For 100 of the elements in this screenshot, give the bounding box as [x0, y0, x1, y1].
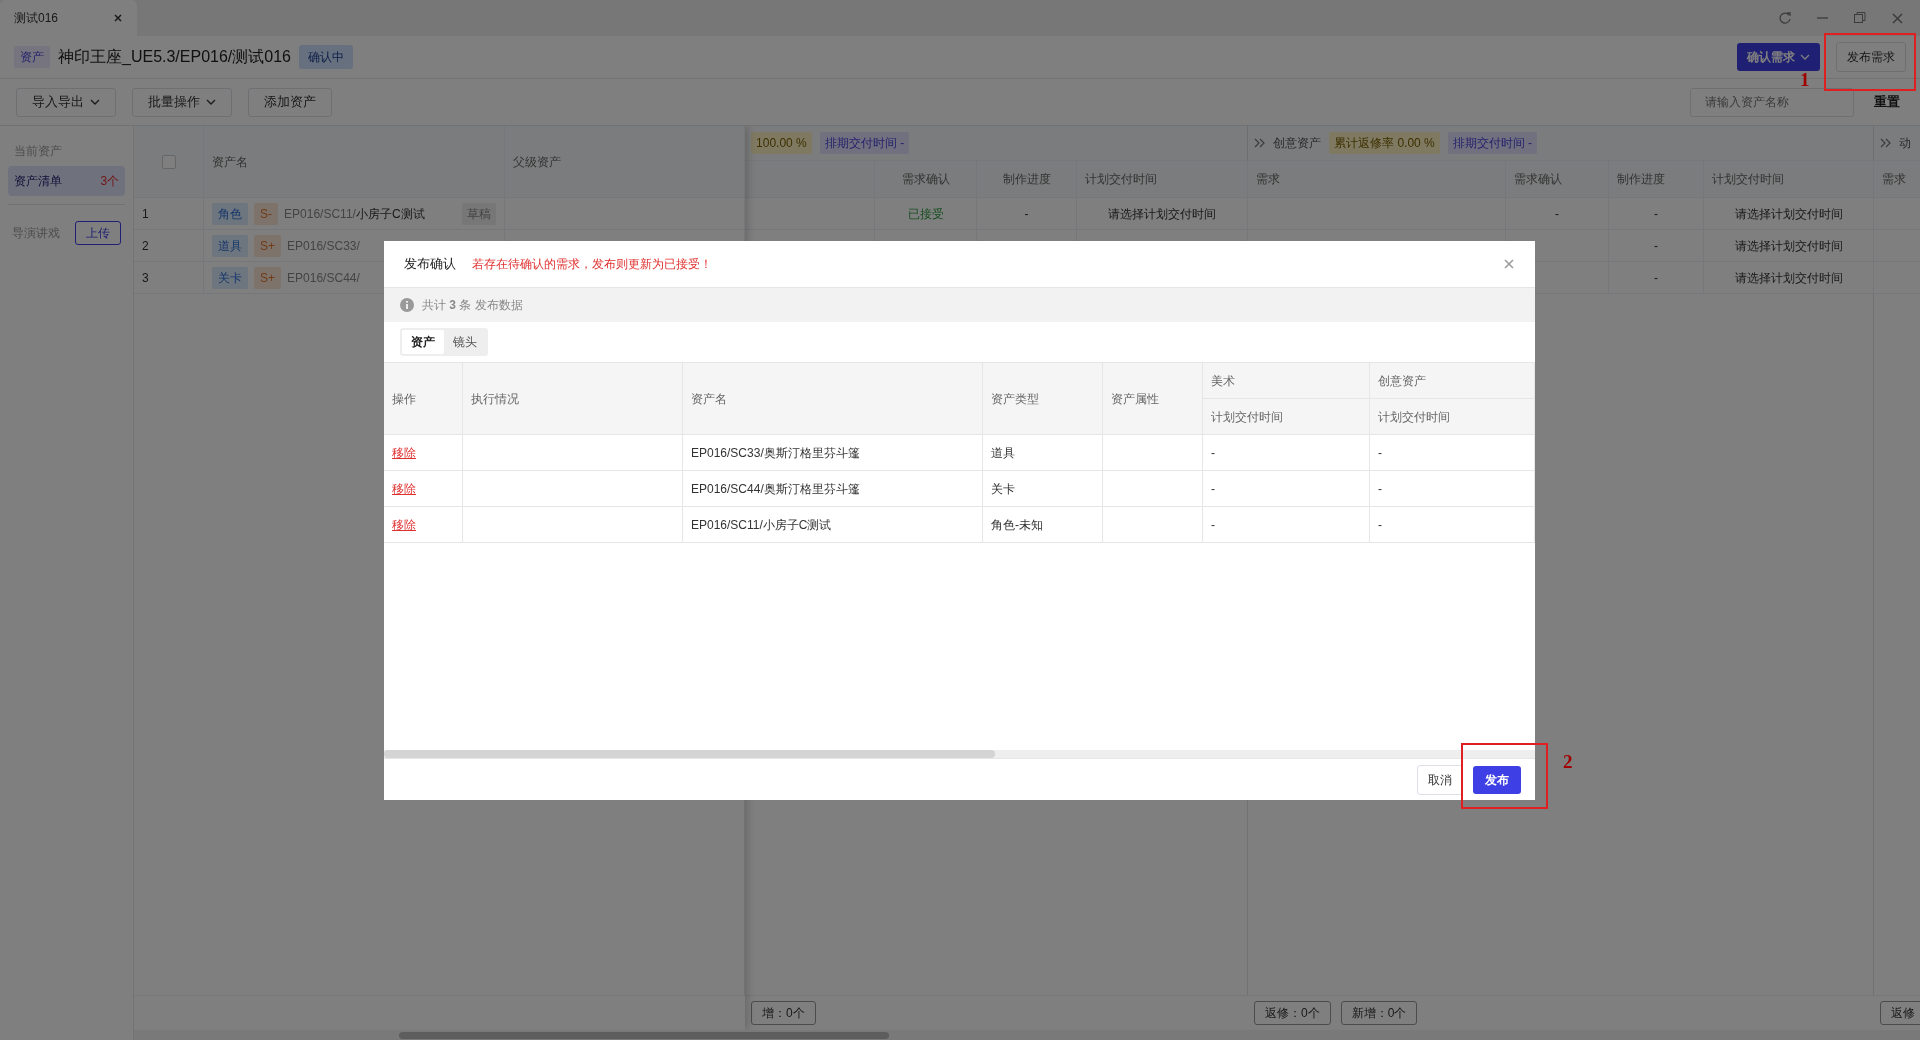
column-header: 资产类型	[983, 363, 1103, 435]
tab[interactable]: 镜头	[444, 330, 486, 354]
column-header: 需求	[1248, 161, 1507, 198]
table-cell: 请选择计划交付时间	[1704, 230, 1875, 262]
asset-path: EP016/SC33/	[287, 237, 360, 255]
row-number: 3	[134, 262, 205, 294]
column-header: 需求	[1874, 161, 1920, 198]
column-header: 计划交付时间	[1370, 399, 1535, 435]
info-icon	[400, 298, 414, 312]
rate-badge: 累计返修率 0.00 %	[1329, 132, 1440, 154]
column-header: 计划交付时间	[1203, 399, 1370, 435]
table-cell: EP016/SC44/奥斯汀格里芬斗篷	[683, 471, 983, 507]
sidebar-item[interactable]: 资产清单 3个	[8, 166, 126, 196]
type-tag: 角色	[212, 202, 249, 225]
type-tag: 关卡	[212, 266, 249, 289]
grade-tag: S-	[254, 202, 279, 225]
group-title: 动	[1899, 135, 1912, 152]
column-header: 制作进度	[1609, 161, 1705, 198]
toolbar-button[interactable]: 添加资产	[248, 87, 332, 117]
group-title: 创意资产	[1273, 135, 1322, 152]
column-header: 计划交付时间	[1704, 161, 1875, 198]
table-cell: -	[1370, 435, 1535, 471]
table-cell: -	[1370, 507, 1535, 543]
header-button[interactable]: 确认需求	[1737, 43, 1820, 71]
refresh-icon[interactable]	[1778, 11, 1792, 25]
scrollbar-thumb[interactable]	[384, 750, 995, 758]
scrollbar-thumb[interactable]	[399, 1031, 890, 1039]
column-header: 资产名	[683, 363, 983, 435]
checkbox[interactable]	[161, 154, 176, 169]
toolbar-button[interactable]: 批量操作	[132, 87, 232, 117]
table-cell: -	[1203, 471, 1370, 507]
restore-icon[interactable]	[1853, 11, 1867, 25]
column-header: 制作进度	[977, 161, 1078, 198]
table-cell: 请选择计划交付时间	[1704, 198, 1875, 230]
count-pill: 增：0个	[751, 1001, 816, 1025]
table-cell: -	[977, 198, 1078, 230]
dialog-title: 发布确认	[404, 255, 456, 274]
table-cell: -	[1609, 230, 1705, 262]
column-header: 操作	[384, 363, 463, 435]
remove-link[interactable]: 移除	[392, 443, 416, 462]
table-cell: EP016/SC33/奥斯汀格里芬斗篷	[683, 435, 983, 471]
type-badge: 资产	[14, 46, 50, 68]
schedule-badge: 排期交付时间 -	[819, 132, 910, 154]
annotation-number: 2	[1563, 752, 1573, 771]
tab[interactable]: 资产	[402, 330, 444, 354]
reset-button[interactable]: 重置	[1870, 92, 1904, 112]
table-cell: -	[1609, 262, 1705, 294]
page-title: 神印王座_UE5.3/EP016/测试016	[58, 47, 291, 67]
double-chevron-icon[interactable]	[1254, 138, 1266, 148]
status-text: 已接受	[875, 198, 978, 230]
cancel-button[interactable]: 取消	[1417, 764, 1463, 795]
count-pill: 新增：0个	[1340, 1001, 1418, 1025]
remove-link[interactable]: 移除	[392, 515, 416, 534]
table-cell: 关卡	[983, 471, 1103, 507]
column-header: 执行情况	[463, 363, 683, 435]
row-number: 1	[134, 198, 205, 230]
column-header: 父级资产	[505, 126, 746, 198]
window-tab[interactable]: 测试016	[0, 0, 137, 36]
table-cell: 请选择计划交付时间	[1704, 262, 1875, 294]
table-cell: -	[1370, 471, 1535, 507]
table-cell: -	[1203, 435, 1370, 471]
rate-badge: 100.00 %	[751, 132, 812, 154]
asset-name: 小房子C测试	[355, 205, 425, 223]
table-cell: EP016/SC11/小房子C测试	[683, 507, 983, 543]
remove-link[interactable]: 移除	[392, 479, 416, 498]
close-icon[interactable]	[113, 13, 123, 23]
count-pill: 返修：0个	[1254, 1001, 1331, 1025]
toolbar-button[interactable]: 导入导出	[16, 87, 116, 117]
table-cell: -	[1506, 198, 1610, 230]
row-number: 2	[134, 230, 205, 262]
column-header: 资产属性	[1103, 363, 1203, 435]
close-icon[interactable]	[1503, 258, 1515, 270]
table-cell: -	[1203, 507, 1370, 543]
column-header: 计划交付时间	[1077, 161, 1249, 198]
annotation-number: 1	[1800, 70, 1810, 89]
grade-tag: S+	[254, 234, 282, 257]
table-cell: 角色-未知	[983, 507, 1103, 543]
upload-button[interactable]: 上传	[75, 221, 122, 245]
warning-text: 若存在待确认的需求，发布则更新为已接受！	[472, 256, 712, 273]
column-header: 创意资产	[1370, 363, 1535, 399]
type-tag: 道具	[212, 234, 249, 257]
publish-button[interactable]: 发布	[1473, 765, 1521, 794]
schedule-badge: 排期交付时间 -	[1447, 132, 1538, 154]
info-text: 共计 3 条 发布数据	[422, 297, 523, 314]
table-cell: 请选择计划交付时间	[1077, 198, 1249, 230]
count-label: 3个	[100, 173, 120, 190]
caret-icon	[90, 98, 100, 106]
double-chevron-icon[interactable]	[1880, 138, 1892, 148]
search-field[interactable]: 请输入资产名称	[1690, 87, 1854, 117]
grade-tag: S+	[254, 266, 282, 289]
caret-icon	[206, 98, 216, 106]
column-header: 资产名	[204, 126, 506, 198]
table-cell: 道具	[983, 435, 1103, 471]
asset-path: EP016/SC44/	[287, 269, 360, 287]
close-icon[interactable]	[1891, 11, 1904, 25]
header-button[interactable]: 发布需求	[1836, 42, 1906, 72]
count-pill: 返修	[1880, 1001, 1920, 1025]
table-cell: -	[1609, 198, 1705, 230]
status-badge: 确认中	[299, 45, 353, 69]
asset-path: EP016/SC11/	[284, 205, 356, 223]
